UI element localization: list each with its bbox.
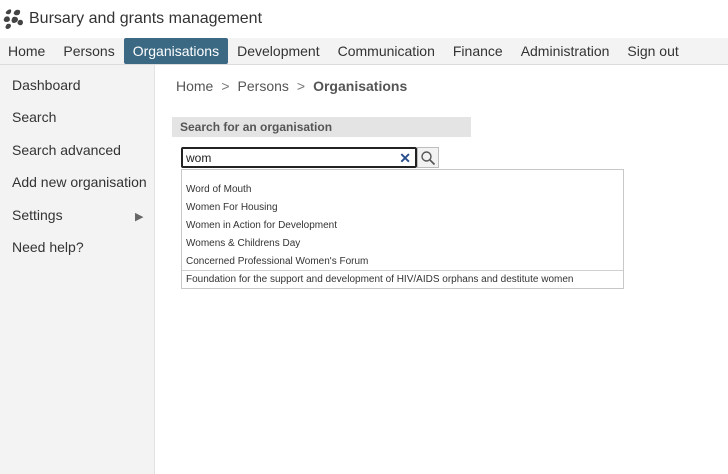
sidebar: Dashboard Search Search advanced Add new… — [0, 65, 155, 474]
sidebar-item-search[interactable]: Search — [12, 109, 56, 125]
sidebar-item-search-advanced[interactable]: Search advanced — [12, 142, 121, 158]
divider — [182, 270, 623, 271]
search-heading: Search for an organisation — [172, 117, 471, 137]
nav-label: Home — [8, 43, 46, 59]
nav-persons[interactable]: Persons — [54, 38, 123, 64]
breadcrumb-separator: > — [221, 78, 230, 94]
autocomplete-item[interactable]: Women in Action for Development — [186, 220, 337, 231]
nav-label: Finance — [452, 43, 503, 59]
nav-home[interactable]: Home — [0, 38, 54, 64]
breadcrumb-current: Organisations — [313, 78, 408, 94]
close-icon[interactable]: ✕ — [399, 150, 411, 166]
breadcrumb-separator: > — [296, 78, 306, 94]
nav-organisations[interactable]: Organisations — [123, 38, 229, 64]
autocomplete-item[interactable]: Womens & Childrens Day — [186, 238, 300, 249]
nav-development[interactable]: Development — [228, 38, 329, 64]
nav-label: Administration — [520, 43, 610, 59]
triangle-right-icon[interactable]: ▶ — [135, 210, 143, 223]
app-title: Bursary and grants management — [29, 10, 263, 27]
nav-label: Sign out — [627, 43, 679, 59]
search-icon — [421, 150, 436, 165]
nav-label: Communication — [337, 43, 435, 59]
search-input[interactable] — [183, 149, 393, 166]
breadcrumb: Home > Persons > Organisations — [176, 78, 407, 94]
main-nav: Home Persons Organisations Development C… — [0, 38, 728, 65]
breadcrumb-persons[interactable]: Persons — [238, 78, 289, 94]
sidebar-item-dashboard[interactable]: Dashboard — [12, 77, 81, 93]
breadcrumb-home[interactable]: Home — [176, 78, 213, 94]
sidebar-item-settings[interactable]: Settings — [12, 207, 63, 223]
nav-label: Persons — [63, 43, 115, 59]
autocomplete-list: Word of Mouth Women For Housing Women in… — [181, 169, 624, 289]
search-field[interactable]: ✕ — [181, 147, 417, 168]
app-header: Bursary and grants management — [0, 0, 728, 38]
nav-finance[interactable]: Finance — [444, 38, 512, 64]
nav-communication[interactable]: Communication — [329, 38, 444, 64]
logo-icon — [3, 9, 23, 29]
search-button[interactable] — [417, 147, 439, 168]
autocomplete-item[interactable]: Concerned Professional Women's Forum — [186, 256, 368, 267]
autocomplete-item[interactable]: Women For Housing — [186, 202, 278, 213]
nav-label: Development — [237, 43, 320, 59]
nav-sign-out[interactable]: Sign out — [618, 38, 687, 64]
nav-label: Organisations — [132, 43, 220, 59]
sidebar-item-need-help[interactable]: Need help? — [12, 239, 84, 255]
sidebar-item-add-new-organisation[interactable]: Add new organisation — [12, 174, 147, 190]
nav-administration[interactable]: Administration — [512, 38, 619, 64]
autocomplete-item[interactable]: Foundation for the support and developme… — [186, 274, 573, 285]
autocomplete-item[interactable]: Word of Mouth — [186, 184, 251, 195]
